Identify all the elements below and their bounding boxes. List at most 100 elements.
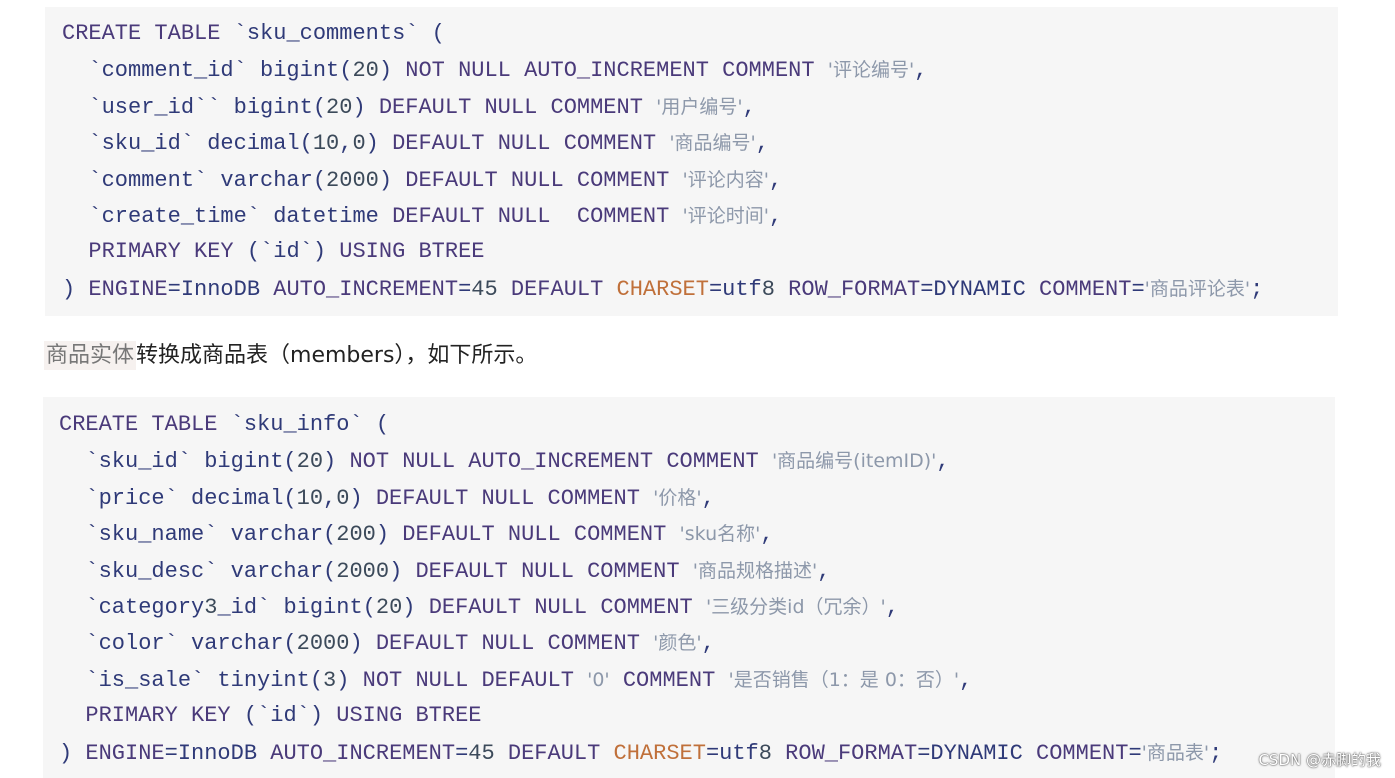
keyword: NULL xyxy=(497,203,551,229)
keyword: DEFAULT xyxy=(375,631,469,657)
code-lines: CREATE TABLE `sku_info` ( `sku_id` bigin… xyxy=(59,407,1222,771)
code-token: ) xyxy=(375,522,403,548)
code-token: , xyxy=(742,94,756,120)
keyword: COMMENT xyxy=(550,94,643,120)
keyword: DEFAULT xyxy=(481,667,574,693)
code-token: ) xyxy=(59,740,86,766)
keyword: DEFAULT xyxy=(392,131,485,157)
code-token: `comment_id` bigint( xyxy=(62,58,353,84)
keyword: COMMENT xyxy=(1036,740,1129,766)
number: 20 xyxy=(352,58,379,84)
number: 0 xyxy=(336,485,350,511)
code-line: PRIMARY KEY (`id`) USING BTREE xyxy=(59,698,1222,734)
code-token: = xyxy=(1131,276,1145,302)
code-token: _ xyxy=(217,594,231,620)
code-token: ) xyxy=(365,131,393,157)
number: 200 xyxy=(336,522,376,548)
number: 2000 xyxy=(296,631,350,657)
keyword: NULL xyxy=(415,667,469,693)
keyword: BTREE xyxy=(415,703,482,729)
code-token: , xyxy=(885,594,899,620)
string-literal: '评论时间' xyxy=(682,204,769,227)
code-token: , xyxy=(701,485,715,511)
string-literal: '颜色' xyxy=(653,632,702,655)
number: 0 xyxy=(352,131,366,157)
paragraph-text: 转换成商品表（members），如下所示。 xyxy=(136,343,538,368)
keyword: NULL xyxy=(402,449,456,475)
keyword: CREATE xyxy=(59,412,139,437)
keyword: COMMENT xyxy=(576,167,670,193)
string-literal: '商品编号' xyxy=(669,132,756,155)
code-line: `color` varchar(2000) DEFAULT NULL COMME… xyxy=(59,625,1222,661)
code-token: , xyxy=(936,449,950,475)
code-token: , xyxy=(701,631,715,657)
keyword: COMMENT xyxy=(573,522,667,548)
string-literal: '三级分类id（冗余）' xyxy=(705,595,886,618)
keyword: ENGINE xyxy=(85,740,165,766)
code-token: ) xyxy=(349,631,376,657)
keyword: NULL xyxy=(510,167,564,193)
string-literal: '商品规格描述' xyxy=(692,559,818,582)
code-token: = xyxy=(920,276,934,302)
string-literal: '商品评论表' xyxy=(1144,277,1251,300)
keyword: CHARSET xyxy=(613,740,706,766)
code-token: `create_time` datetime xyxy=(62,203,393,229)
code-token: nno xyxy=(191,740,231,766)
keyword: PRIMARY xyxy=(85,703,178,729)
keyword: NOT xyxy=(405,58,445,84)
code-token: = xyxy=(1128,740,1142,766)
code-token: ) xyxy=(389,558,416,584)
code-token: `category xyxy=(59,594,205,620)
code-token: =utf xyxy=(708,276,762,302)
code-line: PRIMARY KEY (`id`) USING BTREE xyxy=(62,234,1263,270)
keyword: COMMENT xyxy=(1039,276,1132,302)
keyword: ROW_FORMAT xyxy=(785,740,918,766)
code-token: `is_sale` tinyint( xyxy=(59,667,324,693)
keyword: USING xyxy=(339,239,406,265)
keyword: NOT xyxy=(362,667,403,693)
string-literal: '评论内容' xyxy=(682,168,769,191)
code-token: ; xyxy=(1209,740,1223,766)
keyword: TABLE xyxy=(151,412,218,437)
keyword: COMMENT xyxy=(576,203,670,229)
number: 8 xyxy=(758,740,772,766)
keyword: NULL xyxy=(534,594,588,620)
keyword: USING xyxy=(336,703,403,729)
keyword: COMMENT xyxy=(666,449,759,475)
code-token: , xyxy=(817,558,831,584)
number: 10 xyxy=(296,485,324,511)
code-token: `sku_info` ( xyxy=(217,412,390,437)
code-line: `sku_desc` varchar(2000) DEFAULT NULL CO… xyxy=(59,553,1222,589)
keyword: CREATE xyxy=(62,21,142,46)
